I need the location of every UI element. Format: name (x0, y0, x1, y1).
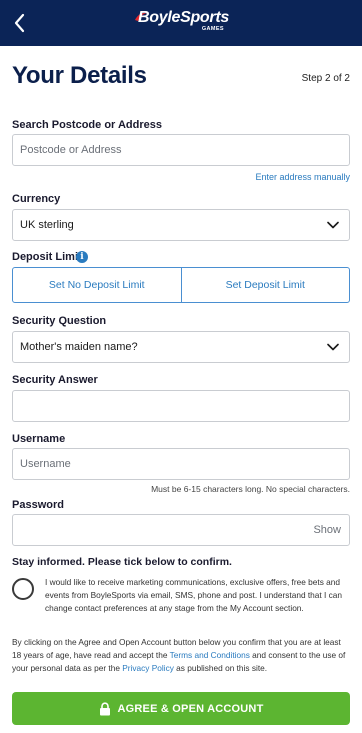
security-answer-input[interactable] (12, 390, 350, 422)
logo-text: BoyleSports (138, 9, 229, 26)
step-indicator: Step 2 of 2 (301, 73, 350, 84)
legal-text-part3: as published on this site. (173, 663, 268, 673)
deposit-limit-toggle: Set No Deposit Limit Set Deposit Limit (12, 267, 350, 303)
agree-open-account-button[interactable]: AGREE & OPEN ACCOUNT (12, 692, 350, 725)
enter-address-manually-link[interactable]: Enter address manually (255, 172, 350, 182)
deposit-limit-label: Deposit Limit (12, 251, 82, 263)
security-answer-label: Security Answer (12, 374, 98, 386)
lock-icon (99, 701, 110, 715)
logo-subtext: GAMES (201, 26, 224, 32)
terms-and-conditions-link[interactable]: Terms and Conditions (170, 650, 250, 660)
address-search-input[interactable]: Postcode or Address (12, 134, 350, 166)
page-title: Your Details (12, 62, 147, 89)
address-placeholder: Postcode or Address (20, 144, 122, 156)
legal-text: By clicking on the Agree and Open Accoun… (12, 636, 352, 675)
chevron-down-icon (327, 221, 339, 229)
username-label: Username (12, 433, 66, 445)
password-input[interactable]: Show (12, 514, 350, 546)
top-bar: BoyleSports GAMES (0, 0, 362, 46)
back-button[interactable] (8, 10, 34, 36)
currency-value: UK sterling (20, 219, 74, 231)
stay-informed-heading: Stay informed. Please tick below to conf… (12, 556, 232, 568)
password-label: Password (12, 499, 64, 511)
username-input[interactable]: Username (12, 448, 350, 480)
boylesports-logo: BoyleSports GAMES (135, 9, 229, 37)
security-question-select[interactable]: Mother's maiden name? (12, 331, 350, 363)
username-placeholder: Username (20, 458, 71, 470)
show-password-toggle[interactable]: Show (313, 524, 341, 536)
chevron-left-icon (14, 13, 25, 33)
currency-label: Currency (12, 193, 61, 205)
marketing-consent-radio[interactable] (12, 578, 34, 600)
info-icon[interactable]: i (76, 251, 88, 263)
security-question-value: Mother's maiden name? (20, 341, 138, 353)
set-deposit-limit-button[interactable]: Set Deposit Limit (180, 268, 350, 302)
agree-open-account-label: AGREE & OPEN ACCOUNT (117, 702, 264, 715)
currency-select[interactable]: UK sterling (12, 209, 350, 241)
username-hint: Must be 6-15 characters long. No special… (151, 484, 350, 494)
chevron-down-icon (327, 343, 339, 351)
address-label: Search Postcode or Address (12, 119, 162, 131)
set-no-deposit-limit-button[interactable]: Set No Deposit Limit (13, 268, 181, 302)
security-question-label: Security Question (12, 315, 107, 327)
marketing-consent-text: I would like to receive marketing commun… (45, 577, 343, 613)
privacy-policy-link[interactable]: Privacy Policy (122, 663, 174, 673)
